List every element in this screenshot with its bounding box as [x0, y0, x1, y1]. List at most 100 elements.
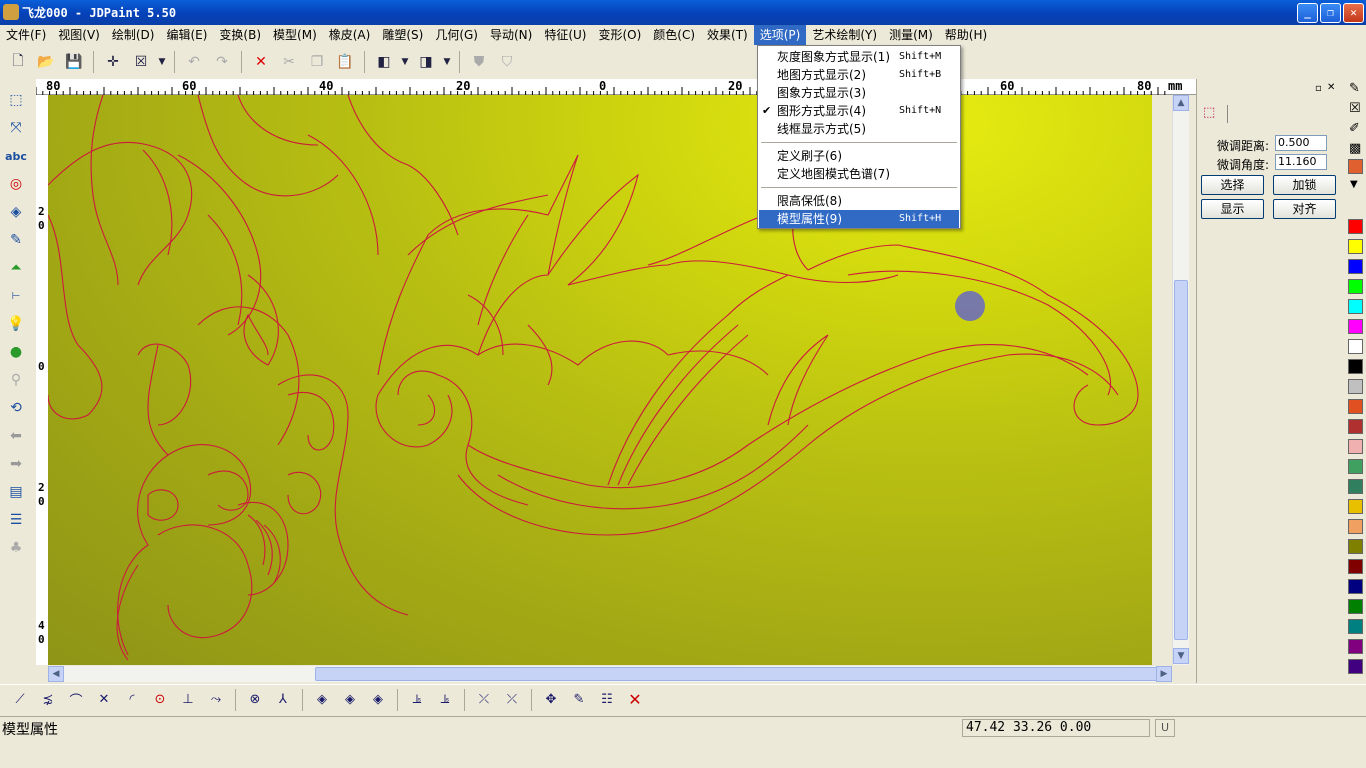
scroll-up-icon[interactable]: ▲ [1173, 95, 1189, 111]
color-swatch[interactable] [1348, 359, 1363, 374]
color-swatch[interactable] [1348, 479, 1363, 494]
lock-button[interactable]: 加锁 [1273, 175, 1336, 195]
menu-file[interactable]: 文件(F) [0, 25, 52, 45]
menu-model[interactable]: 模型(M) [267, 25, 323, 45]
pen-icon[interactable]: ✎ [1349, 81, 1360, 96]
menu-option-map-spectrum[interactable]: 定义地图模式色谱(7) [759, 165, 959, 183]
cut-icon[interactable]: ✂ [277, 50, 301, 74]
grid-lines-icon[interactable]: ☰ [4, 509, 28, 531]
vertical-scrollbar[interactable]: ▲ ▼ [1172, 95, 1189, 665]
bell-tool-icon[interactable]: ⏶ [4, 257, 28, 279]
select-box-icon[interactable]: ☒ [129, 50, 153, 74]
pattern-icon[interactable]: ▩ [1349, 141, 1361, 156]
fine-angle-input[interactable]: 11.160 [1275, 154, 1327, 170]
color-swatch[interactable] [1348, 459, 1363, 474]
view-box-icon[interactable]: ◧ [372, 50, 396, 74]
eyedropper-icon[interactable]: ✐ [1349, 121, 1360, 136]
color-swatch[interactable] [1348, 259, 1363, 274]
stamp-icon[interactable]: ⚲ [4, 369, 28, 391]
move-node-icon[interactable]: ✥ [539, 688, 563, 712]
dropdown-arrow-icon[interactable]: ▼ [400, 50, 410, 74]
shield-icon[interactable]: ⛊ [467, 50, 491, 74]
line-tool-icon[interactable]: ⟋ [8, 688, 32, 712]
fill-tool-icon[interactable]: ◈ [4, 201, 28, 223]
panel-float-icon[interactable]: ▫ [1315, 83, 1322, 94]
align-button[interactable]: 对齐 [1273, 199, 1336, 219]
menu-option-define-brush[interactable]: 定义刷子(6) [759, 147, 959, 165]
delete-icon[interactable]: ✕ [249, 50, 273, 74]
dropdown-arrow-icon[interactable]: ▼ [157, 50, 167, 74]
palette-dropdown-icon[interactable]: ▼ [1350, 179, 1358, 190]
menu-draw[interactable]: 绘制(D) [106, 25, 161, 45]
cross-tool-icon[interactable]: ✕ [92, 688, 116, 712]
edit-node-icon[interactable]: ✎ [567, 688, 591, 712]
arrow-left-icon[interactable]: ⬅ [4, 425, 28, 447]
menu-help[interactable]: 帮助(H) [939, 25, 993, 45]
no-color-icon[interactable]: ☒ [1349, 101, 1361, 116]
color-swatch[interactable] [1348, 639, 1363, 654]
align-bottom-2-icon[interactable]: ⫡ [433, 688, 457, 712]
menu-measure[interactable]: 测量(M) [883, 25, 939, 45]
layers-icon[interactable]: ▤ [4, 481, 28, 503]
node-edit-icon[interactable]: ⬚ [4, 89, 28, 111]
show-button[interactable]: 显示 [1201, 199, 1264, 219]
menu-transform[interactable]: 变换(B) [213, 25, 267, 45]
save-icon[interactable]: 💾 [62, 50, 86, 74]
text-tool-icon[interactable]: abc [4, 145, 28, 167]
rotate-icon[interactable]: ⟲ [4, 397, 28, 419]
shield-2-icon[interactable]: ⛉ [495, 50, 519, 74]
vertical-scroll-thumb[interactable] [1174, 280, 1188, 640]
point-edit-icon[interactable]: ⤧ [4, 117, 28, 139]
node-center-icon[interactable]: ⊗ [243, 688, 267, 712]
color-swatch[interactable] [1348, 539, 1363, 554]
menu-art-draw[interactable]: 艺术绘制(Y) [806, 25, 883, 45]
open-folder-icon[interactable]: 📂 [34, 50, 58, 74]
redo-icon[interactable]: ↷ [210, 50, 234, 74]
menu-effect[interactable]: 效果(T) [701, 25, 754, 45]
tree-icon[interactable]: ♣ [4, 537, 28, 559]
color-swatch[interactable] [1348, 499, 1363, 514]
node-tab-icon[interactable]: ⬚ [1203, 105, 1221, 123]
paste-icon[interactable]: 📋 [333, 50, 357, 74]
list-node-icon[interactable]: ☷ [595, 688, 619, 712]
color-swatch[interactable] [1348, 619, 1363, 634]
color-swatch[interactable] [1348, 519, 1363, 534]
circle-point-icon[interactable]: ⊙ [148, 688, 172, 712]
arc-corner-icon[interactable]: ◜ [120, 688, 144, 712]
perpendicular-icon[interactable]: ⊥ [176, 688, 200, 712]
menu-option-image[interactable]: 图象方式显示(3) [759, 84, 959, 102]
menu-sculpt[interactable]: 雕塑(S) [376, 25, 429, 45]
bulb-blue-icon[interactable]: 💡 [4, 313, 28, 335]
menu-geometry[interactable]: 几何(G) [429, 25, 484, 45]
menu-option-wireframe[interactable]: 线框显示方式(5) [759, 120, 959, 138]
color-swatch[interactable] [1348, 579, 1363, 594]
menu-option-graphic[interactable]: ✔ 图形方式显示(4) Shift+N [759, 102, 959, 120]
menu-option-height-limit[interactable]: 限高保低(8) [759, 192, 959, 210]
scroll-right-icon[interactable]: ▶ [1156, 666, 1172, 682]
menu-view[interactable]: 视图(V) [52, 25, 106, 45]
delete-node-icon[interactable]: ✕ [623, 688, 647, 712]
diamond-1-icon[interactable]: ◈ [310, 688, 334, 712]
horizontal-scroll-thumb[interactable] [315, 667, 1163, 681]
color-swatch[interactable] [1348, 239, 1363, 254]
color-swatch[interactable] [1348, 319, 1363, 334]
menu-edit[interactable]: 编辑(E) [160, 25, 213, 45]
scroll-left-icon[interactable]: ◀ [48, 666, 64, 682]
color-swatch[interactable] [1348, 659, 1363, 674]
color-swatch[interactable] [1348, 599, 1363, 614]
drawing-canvas[interactable] [48, 95, 1152, 665]
crosshair-icon[interactable]: ✛ [101, 50, 125, 74]
color-swatch[interactable] [1348, 399, 1363, 414]
measure-tool-icon[interactable]: ⊢ [4, 285, 28, 307]
node-angle-icon[interactable]: ⅄ [271, 688, 295, 712]
color-swatch[interactable] [1348, 219, 1363, 234]
select-button[interactable]: 选择 [1201, 175, 1264, 195]
angle-tool-icon[interactable]: ⋨ [36, 688, 60, 712]
menu-option-map[interactable]: 地图方式显示(2) Shift+B [759, 66, 959, 84]
maximize-button[interactable]: ❐ [1320, 3, 1341, 23]
tangent-icon[interactable]: ⤳ [204, 688, 228, 712]
menu-eraser[interactable]: 橡皮(A) [323, 25, 377, 45]
color-swatch[interactable] [1348, 379, 1363, 394]
new-file-icon[interactable]: 🗋 [6, 50, 30, 74]
color-swatch[interactable] [1348, 559, 1363, 574]
